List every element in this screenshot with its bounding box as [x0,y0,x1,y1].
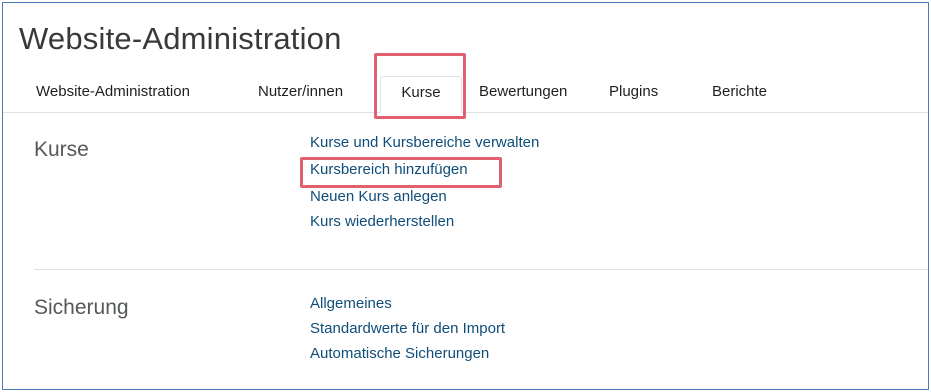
tab-users[interactable]: Nutzer/innen [258,76,343,112]
section-divider [34,269,928,270]
link-new-course[interactable]: Neuen Kurs anlegen [310,188,447,205]
link-manage-courses-categories[interactable]: Kurse und Kursbereiche verwalten [310,134,539,151]
link-import-defaults[interactable]: Standardwerte für den Import [310,320,505,337]
tab-ratings[interactable]: Bewertungen [479,76,567,112]
page-title: Website-Administration [19,21,342,56]
admin-panel: Website-Administration Website-Administr… [2,2,929,390]
tab-bar: Website-Administration Nutzer/innen Kurs… [3,76,928,113]
link-automatic-backups[interactable]: Automatische Sicherungen [310,345,489,362]
section-title-courses: Kurse [34,138,89,161]
tab-courses[interactable]: Kurse [380,76,462,113]
tab-plugins[interactable]: Plugins [609,76,658,112]
link-general[interactable]: Allgemeines [310,295,392,312]
link-add-category[interactable]: Kursbereich hinzufügen [310,161,468,178]
section-title-backup: Sicherung [34,296,129,319]
tab-website-administration[interactable]: Website-Administration [36,76,190,112]
tab-reports[interactable]: Berichte [712,76,767,112]
link-restore-course[interactable]: Kurs wiederherstellen [310,213,454,230]
